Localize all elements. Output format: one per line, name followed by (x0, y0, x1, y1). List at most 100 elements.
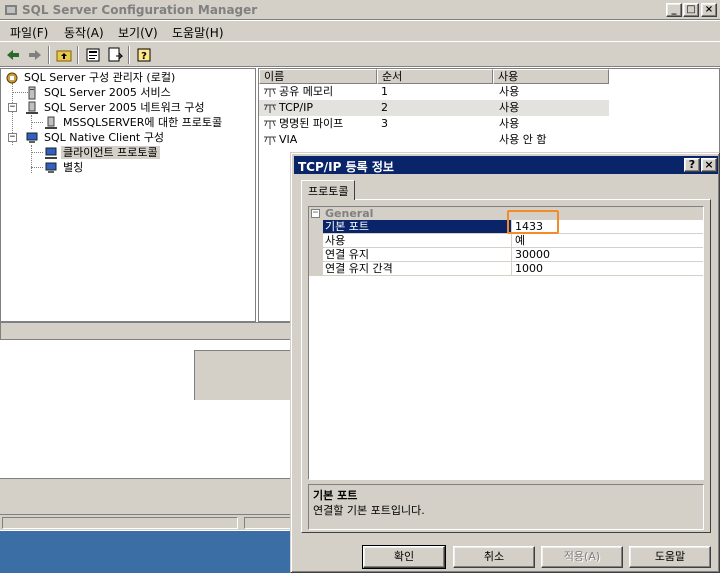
tree-guide-line (31, 152, 43, 153)
column-header-label: 이름 (264, 70, 285, 83)
protocols-icon (45, 116, 57, 129)
property-row[interactable]: 연결 유지 30000 (309, 248, 703, 262)
apply-button[interactable]: 적용(A) (541, 546, 623, 568)
property-row[interactable]: 기본 포트 1433 (309, 220, 703, 234)
collapse-icon: − (312, 208, 319, 218)
tree-item-label: SQL Native Client 구성 (44, 131, 164, 144)
ok-button[interactable]: 확인 (362, 545, 446, 569)
list-cell-enabled: 사용 (499, 85, 520, 98)
toolbar-separator (48, 46, 50, 64)
close-icon: × (704, 4, 714, 15)
up-folder-icon[interactable] (55, 46, 73, 64)
description-text: 연결할 기본 포트입니다. (313, 504, 425, 517)
dialog-title-bar[interactable]: TCP/IP 등록 정보 ? × (294, 156, 718, 174)
tab-label: 프로토콜 (308, 185, 349, 198)
list-header: 이름 순서 사용 (259, 69, 719, 84)
menu-action[interactable]: 동작(A) (64, 24, 104, 41)
column-header-name[interactable]: 이름 (259, 69, 377, 84)
tree-guide-line (31, 167, 43, 168)
forward-arrow-icon[interactable] (26, 46, 44, 64)
tab-protocol[interactable]: 프로토콜 (301, 180, 356, 200)
tree-item-native-client-config[interactable]: SQL Native Client 구성 (25, 130, 166, 145)
column-header-enabled[interactable]: 사용 (493, 69, 609, 84)
list-row[interactable]: TCP/IP 2 사용 (259, 100, 609, 116)
button-label: 확인 (393, 550, 415, 563)
help-icon[interactable]: ? (135, 46, 153, 64)
list-cell-enabled: 사용 (499, 117, 520, 130)
protocol-icon (264, 88, 276, 97)
property-name: 연결 유지 간격 (323, 262, 512, 276)
client-protocols-icon (45, 147, 57, 159)
protocol-icon (264, 104, 276, 113)
property-value-input[interactable]: 1433 (512, 220, 703, 234)
tree-expander[interactable]: − (8, 133, 17, 142)
tree-expander[interactable]: − (8, 103, 17, 112)
category-expander[interactable]: − (311, 209, 320, 218)
menu-bar: 파일(F) 동작(A) 보기(V) 도움말(H) (0, 21, 720, 41)
tree-item-services[interactable]: SQL Server 2005 서비스 (25, 85, 173, 100)
tree-item-aliases[interactable]: 별칭 (44, 160, 85, 175)
column-header-label: 순서 (382, 70, 403, 83)
column-header-order[interactable]: 순서 (377, 69, 493, 84)
tree-item-client-protocols[interactable]: 클라이언트 프로토콜 (44, 145, 160, 160)
close-icon: × (704, 158, 714, 171)
property-description-panel: 기본 포트 연결할 기본 포트입니다. (308, 484, 704, 530)
property-value-input[interactable]: 30000 (512, 248, 703, 262)
app-icon (5, 5, 17, 15)
list-cell-name: 공유 메모리 (279, 85, 334, 98)
property-category[interactable]: − General (309, 207, 703, 220)
close-button[interactable]: × (701, 3, 717, 17)
tab-strip: 프로토콜 (301, 180, 711, 200)
protocol-icon (264, 136, 276, 145)
native-client-icon (26, 132, 38, 143)
tree-item-label: SQL Server 2005 서비스 (44, 86, 171, 99)
menu-view[interactable]: 보기(V) (118, 24, 158, 41)
list-row[interactable]: VIA 사용 안 함 (259, 132, 609, 148)
dialog-help-button[interactable]: ? (684, 158, 700, 172)
list-row[interactable]: 명명된 파이프 3 사용 (259, 116, 609, 132)
property-row[interactable]: 사용 예 (309, 234, 703, 248)
button-label: 취소 (483, 550, 505, 563)
minimize-button[interactable]: _ (666, 3, 682, 17)
property-name: 연결 유지 (323, 248, 512, 262)
list-cell-enabled: 사용 (499, 101, 520, 114)
tree-item-label: 별칭 (63, 161, 84, 174)
toolbar-separator (77, 46, 79, 64)
maximize-button[interactable]: □ (683, 3, 699, 17)
export-list-icon[interactable] (106, 46, 124, 64)
cancel-button[interactable]: 취소 (453, 546, 535, 568)
tree-item-label: SQL Server 구성 관리자 (로컬) (24, 71, 176, 84)
window-title-bar[interactable]: SQL Server Configuration Manager _ □ × (0, 0, 720, 20)
menu-help[interactable]: 도움말(H) (172, 24, 224, 41)
button-label: 적용(A) (563, 550, 601, 563)
tcpip-properties-dialog: TCP/IP 등록 정보 ? × 프로토콜 − General 기본 포트 14… (290, 152, 720, 573)
collapse-icon: − (9, 132, 16, 142)
aliases-icon (45, 162, 57, 173)
toolbar: ? (0, 41, 720, 67)
collapse-icon: − (9, 102, 16, 112)
property-value-input[interactable]: 1000 (512, 262, 703, 276)
help-question-icon: ? (688, 158, 696, 171)
back-arrow-icon[interactable] (4, 46, 22, 64)
tree-item-mssqlserver-protocols[interactable]: MSSQLSERVER에 대한 프로토콜 (44, 115, 224, 130)
property-name: 사용 (323, 234, 512, 248)
dialog-close-button[interactable]: × (701, 158, 717, 172)
status-cell (2, 517, 238, 529)
tree-item-config-manager[interactable]: SQL Server 구성 관리자 (로컬) (5, 70, 177, 85)
list-row[interactable]: 공유 메모리 1 사용 (259, 84, 609, 100)
toolbar-separator (128, 46, 130, 64)
category-label: General (325, 207, 374, 220)
menu-file[interactable]: 파일(F) (10, 24, 48, 41)
help-button[interactable]: 도움말 (629, 546, 711, 568)
window-title: SQL Server Configuration Manager (22, 3, 258, 17)
property-value-input[interactable]: 예 (512, 234, 703, 248)
tree-item-network-config[interactable]: SQL Server 2005 네트워크 구성 (25, 100, 207, 115)
button-label: 도움말 (654, 550, 686, 563)
desktop-background (0, 531, 290, 573)
column-header-label: 사용 (498, 70, 519, 83)
tree-item-label: SQL Server 2005 네트워크 구성 (44, 101, 205, 114)
row-gutter (309, 262, 323, 276)
properties-icon[interactable] (84, 46, 102, 64)
list-cell-order: 2 (381, 101, 388, 114)
property-row[interactable]: 연결 유지 간격 1000 (309, 262, 703, 276)
